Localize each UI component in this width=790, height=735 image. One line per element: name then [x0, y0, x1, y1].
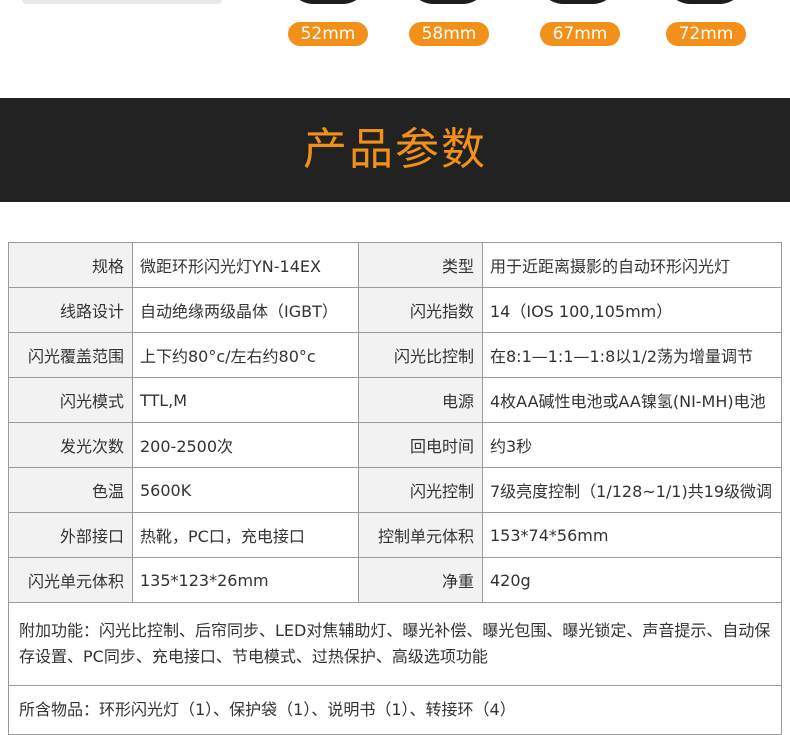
spec-label: 闪光单元体积 [8, 557, 133, 603]
adapter-ring-image [539, 0, 617, 4]
spec-value: 7级亮度控制（1/128~1/1)共19级微调 [482, 467, 782, 513]
spec-value: 135*123*26mm [132, 557, 359, 603]
spec-label: 规格 [8, 242, 133, 288]
size-tag-72mm: 72mm [666, 22, 746, 46]
size-tag-52mm: 52mm [288, 22, 368, 46]
spec-value: 5600K [132, 467, 359, 513]
contents-note: 所含物品：环形闪光灯（1）、保护袋（1）、说明书（1）、转接环（4） [8, 685, 782, 735]
functions-row: 附加功能：闪光比控制、后帘同步、LED对焦辅助灯、曝光补偿、曝光包围、曝光锁定、… [8, 602, 782, 686]
spec-row: 闪光覆盖范围 上下约80°c/左右约80°c 闪光比控制 在8:1—1:1—1:… [8, 332, 782, 378]
spec-value: 14（IOS 100,105mm） [482, 287, 782, 333]
spec-row: 规格 微距环形闪光灯YN-14EX 类型 用于近距离摄影的自动环形闪光灯 [8, 242, 782, 288]
spec-table: 规格 微距环形闪光灯YN-14EX 类型 用于近距离摄影的自动环形闪光灯 线路设… [8, 242, 782, 735]
spec-label: 外部接口 [8, 512, 133, 558]
spec-value: 153*74*56mm [482, 512, 782, 558]
product-thumbnail-edge [22, 0, 222, 4]
spec-label: 闪光比控制 [358, 332, 483, 378]
section-banner: 产品参数 [0, 98, 790, 202]
spec-value: 4枚AA碱性电池或AA镍氢(NI-MH)电池 [482, 377, 782, 423]
spec-value: 在8:1—1:1—1:8以1/2荡为增量调节 [482, 332, 782, 378]
spec-label: 闪光控制 [358, 467, 483, 513]
contents-row: 所含物品：环形闪光灯（1）、保护袋（1）、说明书（1）、转接环（4） [8, 685, 782, 735]
spec-label: 闪光指数 [358, 287, 483, 333]
spec-value: 微距环形闪光灯YN-14EX [132, 242, 359, 288]
spec-row: 线路设计 自动绝缘两级晶体（IGBT） 闪光指数 14（IOS 100,105m… [8, 287, 782, 333]
spec-label: 色温 [8, 467, 133, 513]
adapter-ring-image [289, 0, 367, 4]
product-sizes-strip: 52mm 58mm 67mm 72mm [0, 0, 790, 98]
size-tag-58mm: 58mm [409, 22, 489, 46]
spec-label: 类型 [358, 242, 483, 288]
functions-note: 附加功能：闪光比控制、后帘同步、LED对焦辅助灯、曝光补偿、曝光包围、曝光锁定、… [8, 602, 782, 686]
spec-label: 净重 [358, 557, 483, 603]
spec-label: 闪光模式 [8, 377, 133, 423]
size-tag-67mm: 67mm [540, 22, 620, 46]
spec-row: 闪光模式 TTL,M 电源 4枚AA碱性电池或AA镍氢(NI-MH)电池 [8, 377, 782, 423]
spec-value: 自动绝缘两级晶体（IGBT） [132, 287, 359, 333]
spec-value: 上下约80°c/左右约80°c [132, 332, 359, 378]
spec-label: 线路设计 [8, 287, 133, 333]
spec-label: 回电时间 [358, 422, 483, 468]
adapter-ring-image [666, 0, 744, 4]
banner-title: 产品参数 [303, 124, 487, 175]
spec-row: 色温 5600K 闪光控制 7级亮度控制（1/128~1/1)共19级微调 [8, 467, 782, 513]
spec-label: 控制单元体积 [358, 512, 483, 558]
spec-value: 420g [482, 557, 782, 603]
spec-value: 约3秒 [482, 422, 782, 468]
spec-label: 发光次数 [8, 422, 133, 468]
spec-value: 200-2500次 [132, 422, 359, 468]
spec-label: 电源 [358, 377, 483, 423]
spec-value: TTL,M [132, 377, 359, 423]
spec-row: 外部接口 热靴，PC口，充电接口 控制单元体积 153*74*56mm [8, 512, 782, 558]
spec-label: 闪光覆盖范围 [8, 332, 133, 378]
spec-value: 用于近距离摄影的自动环形闪光灯 [482, 242, 782, 288]
adapter-ring-image [409, 0, 487, 4]
spec-row: 闪光单元体积 135*123*26mm 净重 420g [8, 557, 782, 603]
spec-row: 发光次数 200-2500次 回电时间 约3秒 [8, 422, 782, 468]
spec-value: 热靴，PC口，充电接口 [132, 512, 359, 558]
